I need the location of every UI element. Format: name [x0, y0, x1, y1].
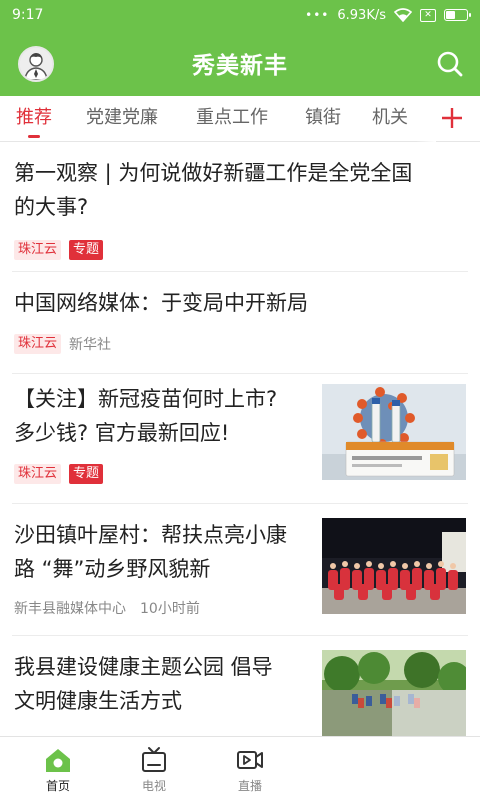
tab-party-building[interactable]: 党建党廉	[86, 96, 158, 142]
app-title: 秀美新丰	[192, 53, 288, 79]
article-source: 新丰县融媒体中心	[14, 601, 126, 617]
net-speed: 6.93K/s	[337, 7, 386, 23]
status-dots: •••	[305, 8, 330, 22]
source-tag: 珠江云	[14, 240, 62, 260]
home-icon	[46, 749, 70, 772]
special-tag: 专题	[69, 240, 104, 260]
nav-home[interactable]: 首页	[18, 737, 98, 800]
nav-home-label: 首页	[45, 779, 70, 793]
special-tag: 专题	[69, 464, 104, 484]
article-meta: 珠江云 新华社	[14, 334, 111, 354]
article-title: 第一观察 | 为何说做好新疆工作是全党全国 的大事?	[14, 161, 413, 219]
park-image	[322, 650, 466, 736]
user-avatar-icon[interactable]	[18, 46, 54, 82]
search-icon[interactable]	[434, 48, 466, 80]
article-meta: 珠江云 专题	[14, 240, 104, 260]
nav-tv[interactable]: 电视	[114, 737, 194, 800]
bottom-navigation: 首页 电视 直播	[0, 736, 480, 800]
app-header: 秀美新丰	[0, 30, 480, 96]
list-item[interactable]: 中国网络媒体：于变局中开新局 珠江云 新华社	[0, 272, 480, 374]
live-video-icon	[237, 751, 263, 769]
tab-agencies[interactable]: 机关	[372, 96, 408, 142]
status-time: 9:17	[12, 7, 44, 23]
nav-live-label: 直播	[237, 779, 262, 793]
tab-towns[interactable]: 镇街	[305, 96, 341, 142]
article-meta: 新丰县融媒体中心 10小时前	[14, 598, 200, 618]
list-item[interactable]: 我县建设健康主题公园 倡导 文明健康生活方式	[0, 636, 480, 736]
battery-icon	[444, 9, 471, 21]
article-time: 10小时前	[140, 601, 200, 617]
nav-live[interactable]: 直播	[210, 737, 290, 800]
vaccine-image	[322, 384, 466, 480]
article-title: 我县建设健康主题公园 倡导 文明健康生活方式	[14, 655, 273, 713]
nav-tv-label: 电视	[141, 779, 166, 793]
tv-icon	[142, 747, 166, 772]
tab-recommended[interactable]: 推荐	[16, 96, 52, 142]
plus-icon[interactable]	[436, 102, 468, 134]
status-icons: ••• 6.93K/s ✕	[305, 7, 471, 23]
source-tag: 珠江云	[14, 464, 62, 484]
sim-icon: ✕	[420, 8, 436, 22]
source-tag: 珠江云	[14, 334, 62, 354]
category-tabs: 推荐 党建党廉 重点工作 镇街 机关	[0, 96, 480, 142]
list-item[interactable]: 【关注】新冠疫苗何时上市? 多少钱? 官方最新回应! 珠江云 专题	[0, 374, 480, 504]
list-item[interactable]: 第一观察 | 为何说做好新疆工作是全党全国 的大事? 珠江云 专题	[0, 142, 480, 272]
article-title: 中国网络媒体：于变局中开新局	[14, 291, 308, 315]
article-title: 沙田镇叶屋村：帮扶点亮小康 路 “舞”动乡野风貌新	[14, 523, 287, 581]
news-feed: 第一观察 | 为何说做好新疆工作是全党全国 的大事? 珠江云 专题 中国网络媒体…	[0, 142, 480, 736]
article-source: 新华社	[69, 337, 112, 353]
wifi-icon	[394, 8, 412, 22]
tab-key-work[interactable]: 重点工作	[196, 96, 268, 142]
article-title: 【关注】新冠疫苗何时上市? 多少钱? 官方最新回应!	[14, 387, 278, 445]
tabs-fade	[416, 96, 436, 142]
list-item[interactable]: 沙田镇叶屋村：帮扶点亮小康 路 “舞”动乡野风貌新 新丰县融媒体中心 10小时前	[0, 504, 480, 636]
status-bar: 9:17 ••• 6.93K/s ✕	[0, 0, 480, 30]
article-meta: 珠江云 专题	[14, 464, 104, 484]
dance-group-image	[322, 518, 466, 614]
